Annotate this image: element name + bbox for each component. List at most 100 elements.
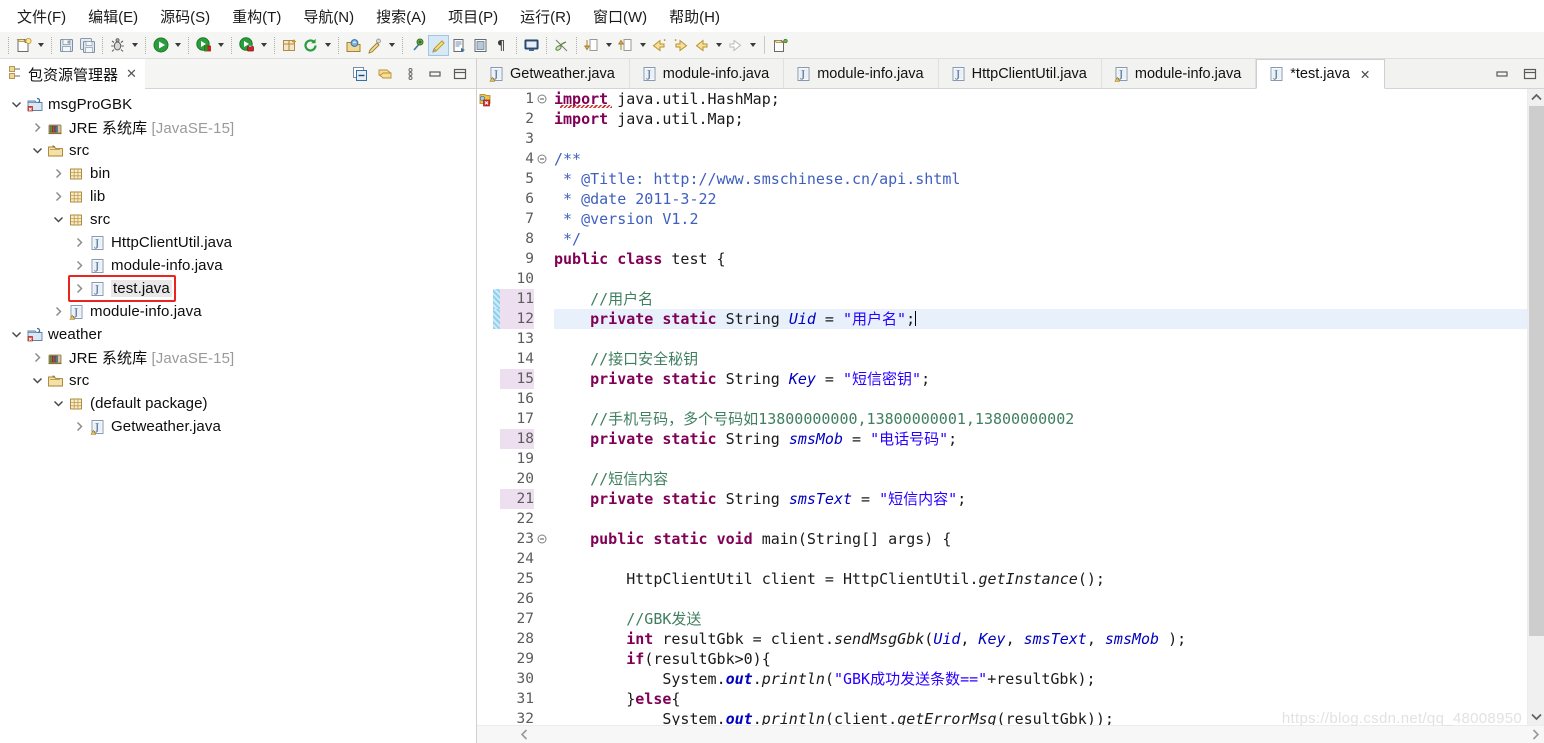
chevron-right-icon[interactable] bbox=[29, 120, 45, 136]
editor-vertical-scrollbar[interactable] bbox=[1527, 89, 1544, 725]
chevron-down-icon[interactable] bbox=[29, 373, 45, 389]
new-java-package-icon[interactable] bbox=[279, 35, 300, 56]
tree-item-src[interactable]: src bbox=[0, 139, 476, 162]
code-line[interactable]: * @version V1.2 bbox=[554, 209, 1527, 229]
code-line[interactable]: * @date 2011-3-22 bbox=[554, 189, 1527, 209]
fold-collapse-icon[interactable] bbox=[536, 149, 548, 169]
editor-horizontal-scrollbar[interactable] bbox=[477, 725, 1544, 743]
tree-item-httpclientutil.java[interactable]: J HttpClientUtil.java bbox=[0, 231, 476, 254]
scroll-down-arrow[interactable] bbox=[1528, 708, 1544, 725]
menu-item-1[interactable]: 编辑(E) bbox=[77, 3, 149, 30]
new-java-class-icon[interactable] bbox=[449, 35, 470, 56]
project-tree[interactable]: msgProGBK JRE 系统库 [JavaSE-15] src bin lib src… bbox=[0, 89, 476, 743]
tree-item-module-info.java[interactable]: Jmodule-info.java bbox=[0, 254, 476, 277]
forward-icon[interactable] bbox=[725, 35, 746, 56]
code-line[interactable]: private static String Uid = "用户名"; bbox=[554, 309, 1527, 329]
chevron-down-icon[interactable] bbox=[50, 212, 66, 228]
fold-collapse-icon[interactable] bbox=[536, 529, 548, 549]
code-line[interactable]: //接口安全秘钥 bbox=[554, 349, 1527, 369]
code-line[interactable]: //用户名 bbox=[554, 289, 1527, 309]
fold-collapse-icon[interactable] bbox=[536, 89, 548, 109]
code-line[interactable]: import java.util.Map; bbox=[554, 109, 1527, 129]
save-all-icon[interactable] bbox=[77, 35, 98, 56]
chevron-down-icon[interactable] bbox=[50, 396, 66, 412]
code-line[interactable]: if(resultGbk>0){ bbox=[554, 649, 1527, 669]
code-line[interactable]: //手机号码，多个号码如13800000000,13800000001,1380… bbox=[554, 409, 1527, 429]
back-icon[interactable] bbox=[691, 35, 712, 56]
code-line[interactable] bbox=[554, 549, 1527, 569]
scroll-right-arrow[interactable] bbox=[1526, 726, 1544, 743]
external-tools-dropdown-arrow[interactable] bbox=[257, 35, 270, 56]
code-line[interactable]: int resultGbk = client.sendMsgGbk(Uid, K… bbox=[554, 629, 1527, 649]
chevron-right-icon[interactable] bbox=[71, 281, 87, 297]
previous-annotation-icon[interactable] bbox=[615, 35, 636, 56]
editor-tab-1[interactable]: Jmodule-info.java bbox=[629, 59, 785, 88]
tree-item-jre[interactable]: JRE 系统库 [JavaSE-15] bbox=[0, 116, 476, 139]
refresh-dropdown-arrow[interactable] bbox=[321, 35, 334, 56]
menu-item-6[interactable]: 项目(P) bbox=[437, 3, 509, 30]
scrollbar-thumb[interactable] bbox=[1528, 106, 1544, 636]
tree-item-jre[interactable]: JRE 系统库 [JavaSE-15] bbox=[0, 346, 476, 369]
tree-item-defaultpackage[interactable]: (default package) bbox=[0, 392, 476, 415]
chevron-right-icon[interactable] bbox=[71, 235, 87, 251]
back-dropdown-arrow[interactable] bbox=[712, 35, 725, 56]
tree-item-lib[interactable]: lib bbox=[0, 185, 476, 208]
editor-tab-0[interactable]: J Getweather.java bbox=[477, 59, 630, 88]
tree-item-getweather.java[interactable]: J Getweather.java bbox=[0, 415, 476, 438]
menu-item-2[interactable]: 源码(S) bbox=[149, 3, 221, 30]
show-whitespace-icon[interactable] bbox=[470, 35, 491, 56]
code-line[interactable] bbox=[554, 589, 1527, 609]
refresh-icon[interactable] bbox=[300, 35, 321, 56]
folding-ruler[interactable] bbox=[536, 89, 548, 725]
editor-tab-3[interactable]: J HttpClientUtil.java bbox=[938, 59, 1102, 88]
external-tools-icon[interactable] bbox=[236, 35, 257, 56]
forward-dropdown-arrow[interactable] bbox=[746, 35, 759, 56]
search-icon[interactable] bbox=[364, 35, 385, 56]
code-line[interactable]: System.out.println(client.getErrorMsg(re… bbox=[554, 709, 1527, 725]
tree-item-weather[interactable]: weather bbox=[0, 323, 476, 346]
save-icon[interactable] bbox=[56, 35, 77, 56]
view-menu-icon[interactable] bbox=[402, 66, 418, 82]
chevron-down-icon[interactable] bbox=[29, 143, 45, 159]
code-line[interactable] bbox=[554, 329, 1527, 349]
chevron-right-icon[interactable] bbox=[29, 350, 45, 366]
next-annotation-icon[interactable] bbox=[581, 35, 602, 56]
editor-tab-5[interactable]: J *test.java ✕ bbox=[1256, 59, 1386, 89]
tree-item-src[interactable]: src bbox=[0, 208, 476, 231]
menu-item-9[interactable]: 帮助(H) bbox=[658, 3, 731, 30]
debug-dropdown-arrow[interactable] bbox=[128, 35, 141, 56]
code-line[interactable] bbox=[554, 509, 1527, 529]
console-icon[interactable] bbox=[521, 35, 542, 56]
debug-icon[interactable] bbox=[107, 35, 128, 56]
code-line[interactable]: private static String smsText = "短信内容"; bbox=[554, 489, 1527, 509]
menu-item-4[interactable]: 导航(N) bbox=[292, 3, 365, 30]
code-line[interactable] bbox=[554, 449, 1527, 469]
code-line[interactable] bbox=[554, 269, 1527, 289]
code-text-area[interactable]: import java.util.HashMap; import java.uti… bbox=[548, 89, 1527, 725]
code-line[interactable]: //GBK发送 bbox=[554, 609, 1527, 629]
code-line[interactable] bbox=[554, 389, 1527, 409]
code-line[interactable]: System.out.println("GBK成功发送条数=="+resultG… bbox=[554, 669, 1527, 689]
code-line[interactable]: public class test { bbox=[554, 249, 1527, 269]
next-annotation-dropdown-arrow[interactable] bbox=[602, 35, 615, 56]
run-dropdown-arrow[interactable] bbox=[171, 35, 184, 56]
code-line[interactable] bbox=[554, 129, 1527, 149]
chevron-right-icon[interactable] bbox=[71, 419, 87, 435]
code-line[interactable]: * @Title: http://www.smschinese.cn/api.s… bbox=[554, 169, 1527, 189]
coverage-dropdown-arrow[interactable] bbox=[214, 35, 227, 56]
code-line[interactable]: private static String Key = "短信密钥"; bbox=[554, 369, 1527, 389]
new-file-dropdown-arrow[interactable] bbox=[34, 35, 47, 56]
code-line[interactable]: */ bbox=[554, 229, 1527, 249]
maximize-icon[interactable] bbox=[452, 66, 468, 82]
previous-annotation-dropdown-arrow[interactable] bbox=[636, 35, 649, 56]
open-type-icon[interactable] bbox=[343, 35, 364, 56]
chevron-right-icon[interactable] bbox=[50, 304, 66, 320]
close-icon[interactable]: ✕ bbox=[126, 67, 137, 82]
code-line[interactable]: private static String smsMob = "电话号码"; bbox=[554, 429, 1527, 449]
code-line[interactable]: }else{ bbox=[554, 689, 1527, 709]
code-line[interactable]: HttpClientUtil client = HttpClientUtil.g… bbox=[554, 569, 1527, 589]
tree-item-src[interactable]: src bbox=[0, 369, 476, 392]
menu-item-5[interactable]: 搜索(A) bbox=[365, 3, 437, 30]
menu-item-7[interactable]: 运行(R) bbox=[509, 3, 582, 30]
coverage-icon[interactable] bbox=[193, 35, 214, 56]
